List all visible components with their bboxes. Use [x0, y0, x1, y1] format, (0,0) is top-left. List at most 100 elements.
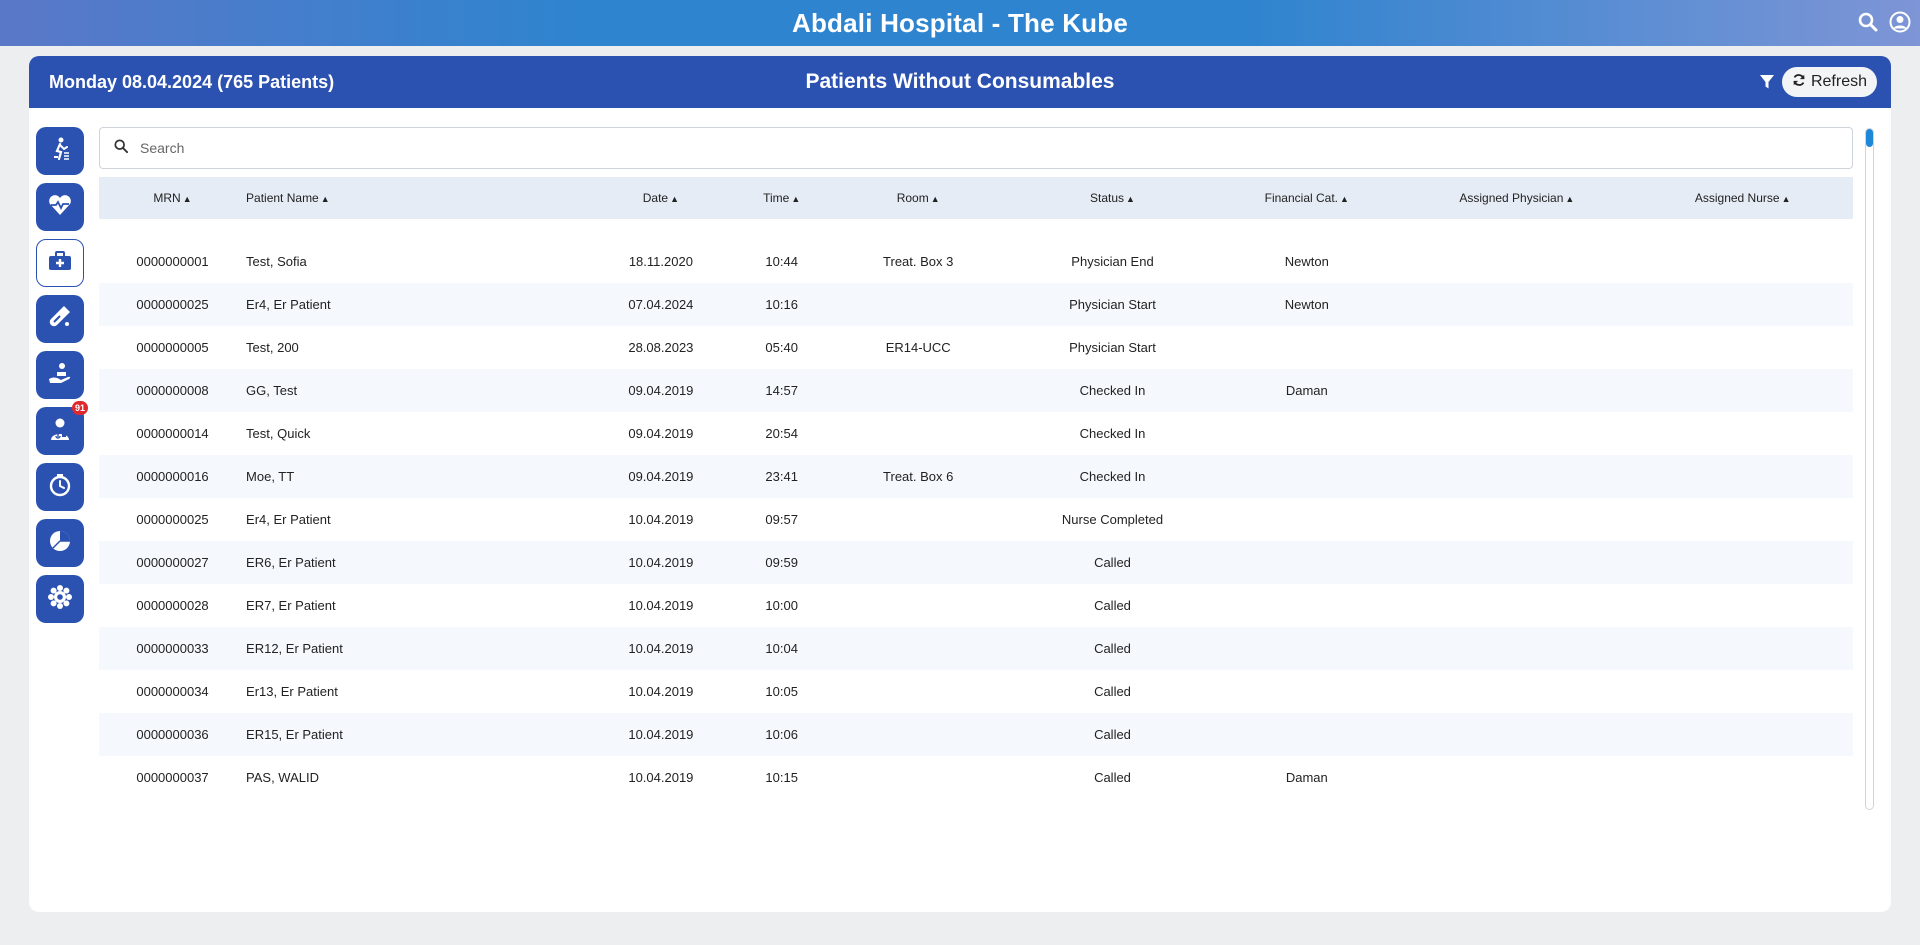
cell-room: Treat. Box 6: [883, 469, 954, 484]
date-patient-count: Monday 08.04.2024 (765 Patients): [49, 71, 335, 92]
cell-time: 10:16: [765, 297, 798, 312]
table-header-row: MRN ▲︎ Patient Name ▲︎ Date ▲︎ Time ▲︎ Room ▲…: [99, 177, 1853, 219]
table-row[interactable]: 0000000001 Test, Sofia 18.11.2020 10:44 Trea…: [99, 240, 1853, 283]
cell-status: Called: [1094, 727, 1131, 742]
cell-room: Treat. Box 3: [883, 254, 954, 269]
column-header-financial-cat[interactable]: Financial Cat. ▲︎: [1212, 177, 1401, 219]
cell-assigned-nurse: [1632, 541, 1853, 584]
nav-lab[interactable]: [36, 295, 84, 343]
cell-assigned-physician: [1401, 369, 1632, 412]
column-header-patient-name[interactable]: Patient Name ▲︎: [246, 177, 582, 219]
cell-financial-cat: Newton: [1284, 297, 1329, 312]
table-row[interactable]: 0000000034 Er13, Er Patient 10.04.2019 10:0…: [99, 670, 1853, 713]
search-input[interactable]: [140, 140, 1740, 156]
app-title: Abdali Hospital - The Kube: [792, 7, 1128, 38]
cell-mrn: 0000000016: [136, 469, 209, 484]
table-row[interactable]: 0000000037 PAS, WALID 10.04.2019 10:15 Calle…: [99, 756, 1853, 799]
cell-assigned-physician: [1401, 412, 1632, 455]
table-row[interactable]: 0000000033 ER12, Er Patient 10.04.2019 10:0…: [99, 627, 1853, 670]
doctor-icon: [46, 415, 74, 448]
cell-patient-name: ER7, Er Patient: [246, 598, 336, 613]
cell-status: Called: [1094, 770, 1131, 785]
cell-assigned-physician: [1401, 283, 1632, 326]
table-row[interactable]: 0000000016 Moe, TT 09.04.2019 23:41 Treat. B…: [99, 455, 1853, 498]
column-header-status[interactable]: Status ▲︎: [1013, 177, 1213, 219]
cell-assigned-physician: [1401, 756, 1632, 799]
cell-room: [824, 369, 1013, 412]
cell-time: 10:15: [765, 770, 798, 785]
table-row[interactable]: 0000000028 ER7, Er Patient 10.04.2019 10:00…: [99, 584, 1853, 627]
cell-financial-cat: [1212, 627, 1401, 670]
refresh-label: Refresh: [1810, 73, 1867, 90]
cell-patient-name: Moe, TT: [246, 469, 295, 484]
table-row[interactable]: 0000000014 Test, Quick 09.04.2019 20:54 Chec…: [99, 412, 1853, 455]
scrollbar-thumb[interactable]: [1866, 129, 1873, 147]
cell-mrn: 0000000037: [136, 770, 209, 785]
cell-assigned-physician: [1401, 584, 1632, 627]
lab-test-tube-icon: [46, 303, 74, 336]
cell-patient-name: Test, Quick: [246, 426, 311, 441]
sort-icon: ▲︎: [930, 194, 940, 204]
nav-heart-monitor[interactable]: [36, 183, 84, 231]
search-icon[interactable]: [1856, 10, 1880, 34]
table-row[interactable]: 0000000025 Er4, Er Patient 10.04.2019 09:57…: [99, 498, 1853, 541]
cell-patient-name: PAS, WALID: [246, 770, 319, 785]
nav-doctor[interactable]: 91: [36, 401, 88, 455]
cell-assigned-physician: [1401, 713, 1632, 756]
cell-assigned-physician: [1401, 240, 1632, 283]
cell-assigned-nurse: [1632, 326, 1853, 369]
search-box: [99, 127, 1853, 169]
table-row[interactable]: 0000000025 Er4, Er Patient 07.04.2024 10:16…: [99, 283, 1853, 326]
cell-financial-cat: [1212, 326, 1401, 369]
cell-mrn: 0000000027: [136, 555, 209, 570]
cell-mrn: 0000000005: [136, 340, 209, 355]
column-header-assigned-nurse[interactable]: Assigned Nurse ▲︎: [1632, 177, 1853, 219]
nav-settings[interactable]: [36, 575, 84, 623]
nav-medical-kit[interactable]: [36, 239, 84, 287]
cell-time: 10:00: [765, 598, 798, 613]
nav-care[interactable]: [36, 351, 84, 399]
top-bar: Abdali Hospital - The Kube: [0, 0, 1920, 46]
column-header-date[interactable]: Date ▲︎: [582, 177, 740, 219]
cell-assigned-physician: [1401, 498, 1632, 541]
nav-stopwatch[interactable]: [36, 463, 84, 511]
table-row[interactable]: 0000000008 GG, Test 09.04.2019 14:57 Checked…: [99, 369, 1853, 412]
nav-patient-walking[interactable]: [36, 127, 84, 175]
cell-patient-name: ER6, Er Patient: [246, 555, 336, 570]
search-icon: [114, 138, 129, 158]
cell-time: 10:05: [765, 684, 798, 699]
column-header-room[interactable]: Room ▲︎: [824, 177, 1013, 219]
cell-room: [824, 756, 1013, 799]
cell-patient-name: GG, Test: [246, 383, 298, 398]
cell-assigned-nurse: [1632, 455, 1853, 498]
sort-icon: ▲︎: [320, 194, 330, 204]
cell-mrn: 0000000025: [136, 512, 209, 527]
cell-status: Checked In: [1079, 426, 1146, 441]
refresh-button[interactable]: Refresh: [1781, 67, 1877, 97]
notification-badge: 91: [71, 401, 88, 415]
filter-icon[interactable]: [1757, 72, 1777, 92]
table-row[interactable]: 0000000036 ER15, Er Patient 10.04.2019 10:0…: [99, 713, 1853, 756]
vertical-scrollbar[interactable]: [1865, 128, 1874, 810]
cell-assigned-physician: [1401, 670, 1632, 713]
cell-date: 10.04.2019: [628, 684, 694, 699]
cell-date: 09.04.2019: [628, 426, 694, 441]
table-row[interactable]: 0000000005 Test, 200 28.08.2023 05:40 ER14-U…: [99, 326, 1853, 369]
pie-chart-icon: [46, 527, 74, 560]
column-header-time[interactable]: Time ▲︎: [740, 177, 824, 219]
table-row[interactable]: 0000000027 ER6, Er Patient 10.04.2019 09:59…: [99, 541, 1853, 584]
cell-room: [824, 584, 1013, 627]
refresh-icon: [1792, 73, 1806, 92]
nav-reports[interactable]: [36, 519, 84, 567]
user-account-icon[interactable]: [1888, 10, 1912, 34]
cell-time: 20:54: [765, 426, 798, 441]
column-header-mrn[interactable]: MRN ▲︎: [99, 177, 246, 219]
cell-room: [824, 412, 1013, 455]
cell-patient-name: Er4, Er Patient: [246, 297, 331, 312]
cell-room: [824, 498, 1013, 541]
cell-date: 10.04.2019: [628, 727, 694, 742]
cell-assigned-physician: [1401, 455, 1632, 498]
cell-financial-cat: [1212, 412, 1401, 455]
cell-mrn: 0000000028: [136, 598, 209, 613]
column-header-assigned-physician[interactable]: Assigned Physician ▲︎: [1401, 177, 1632, 219]
